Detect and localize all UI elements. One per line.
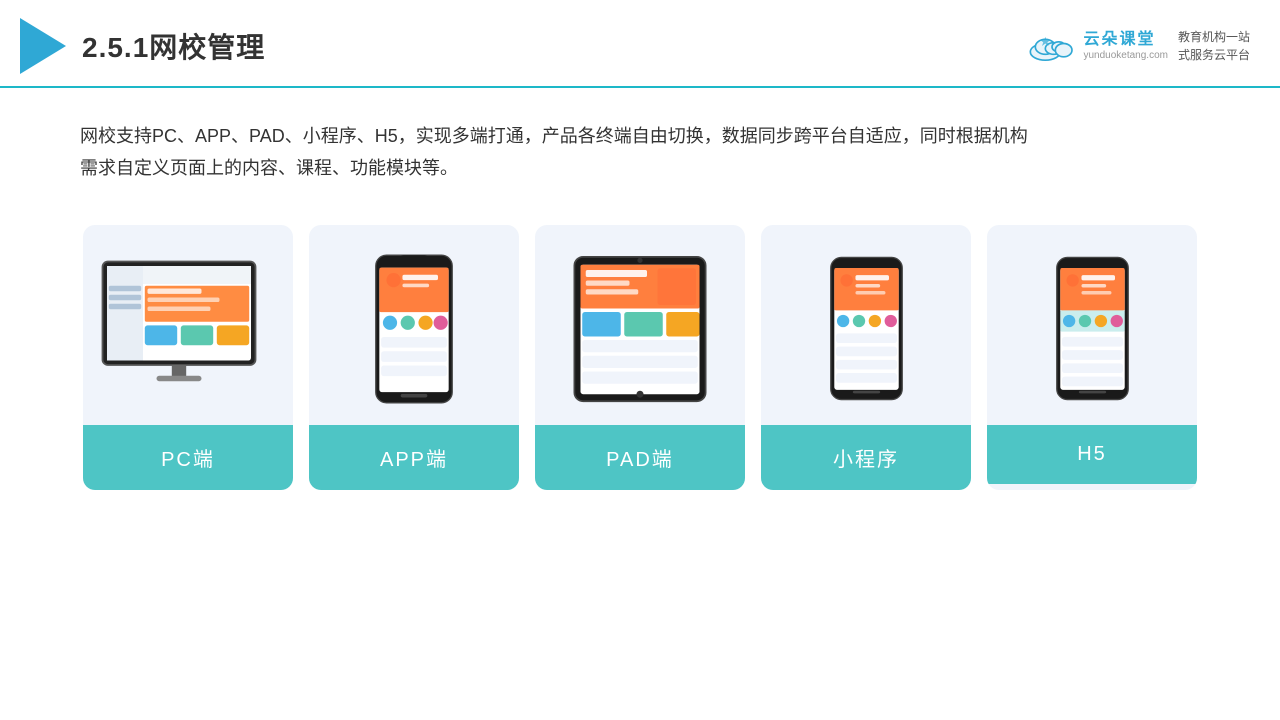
card-mini: 小程序 [761, 225, 971, 490]
h5-device-icon [1055, 251, 1130, 406]
brand-logo: 云朵课堂 yunduoketang.com 教育机构一站 式服务云平台 [1027, 28, 1250, 64]
page-header: 2.5.1网校管理 云朵课堂 yunduoketang.com 教育机构一站 式… [0, 0, 1280, 88]
pad-device-icon [570, 249, 710, 409]
description-text: 网校支持PC、APP、PAD、小程序、H5，实现多端打通，产品各终端自由切换，数… [80, 120, 1200, 185]
logo-tagline: 教育机构一站 式服务云平台 [1178, 28, 1250, 64]
description-block: 网校支持PC、APP、PAD、小程序、H5，实现多端打通，产品各终端自由切换，数… [0, 88, 1280, 205]
logo-text-block: 云朵课堂 yunduoketang.com [1083, 30, 1168, 61]
card-pad-image [535, 225, 745, 425]
card-h5-label: H5 [987, 425, 1197, 484]
card-pc: PC端 [83, 225, 293, 490]
page-title: 2.5.1网校管理 [82, 26, 265, 66]
card-pc-image [83, 225, 293, 425]
header-left: 2.5.1网校管理 [20, 18, 265, 74]
card-pad-label: PAD端 [535, 425, 745, 490]
pc-device-icon [98, 254, 278, 404]
logo-url: yunduoketang.com [1083, 50, 1168, 62]
miniapp-device-icon [829, 251, 904, 406]
card-pc-label: PC端 [83, 425, 293, 490]
card-app-image [309, 225, 519, 425]
platform-cards: PC端 [0, 205, 1280, 520]
logo-tagline-line1: 教育机构一站 [1178, 28, 1250, 46]
card-h5: H5 [987, 225, 1197, 490]
card-app: APP端 [309, 225, 519, 490]
brand-triangle-icon [20, 18, 66, 74]
cloud-icon [1027, 28, 1077, 64]
card-mini-image [761, 225, 971, 425]
card-app-label: APP端 [309, 425, 519, 490]
logo-main-text: 云朵课堂 [1083, 30, 1155, 49]
card-mini-label: 小程序 [761, 425, 971, 490]
app-device-icon [374, 249, 454, 409]
card-pad: PAD端 [535, 225, 745, 490]
logo-tagline-line2: 式服务云平台 [1178, 46, 1250, 64]
card-h5-image [987, 225, 1197, 425]
